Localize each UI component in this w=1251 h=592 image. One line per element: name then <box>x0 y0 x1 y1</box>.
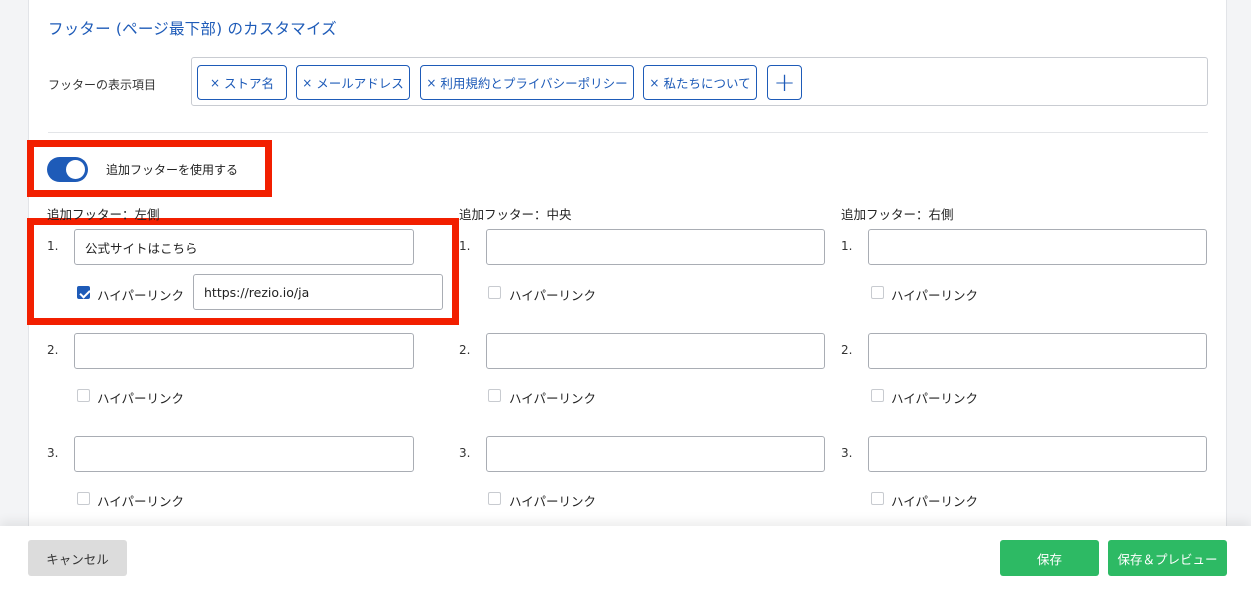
add-tag-button[interactable]: + <box>767 65 802 100</box>
right-row-3-text-input[interactable] <box>868 436 1207 472</box>
center-row-2-text-input[interactable] <box>486 333 825 369</box>
left-row-1-hyperlink-checkbox[interactable] <box>77 286 90 299</box>
row-number: 1. <box>47 239 59 253</box>
row-number: 1. <box>459 239 471 253</box>
hyperlink-label: ハイパーリンク <box>891 494 979 509</box>
footer-items-label: フッターの表示項目 <box>48 78 157 92</box>
center-row-2-hyperlink-checkbox[interactable] <box>488 389 501 402</box>
tag-label: メールアドレス <box>316 76 404 91</box>
save-button[interactable]: 保存 <box>1000 540 1099 576</box>
cancel-button[interactable]: キャンセル <box>28 540 127 576</box>
left-row-1-text-input[interactable]: 公式サイトはこちら <box>74 229 414 265</box>
center-row-1-text-input[interactable] <box>486 229 825 265</box>
tag-about-us[interactable]: × 私たちについて <box>643 65 757 100</box>
extra-footer-toggle[interactable] <box>47 157 88 182</box>
hyperlink-label: ハイパーリンク <box>509 288 597 303</box>
center-row-1-hyperlink-checkbox[interactable] <box>488 286 501 299</box>
left-row-3-text-input[interactable] <box>74 436 414 472</box>
row-number: 3. <box>459 446 471 460</box>
left-row-1-url-input[interactable]: https://rezio.io/ja <box>193 274 443 310</box>
footer-items-tag-box[interactable]: × ストア名 × メールアドレス × 利用規約とプライバシーポリシー × 私たち… <box>191 57 1208 106</box>
tag-email[interactable]: × メールアドレス <box>296 65 410 100</box>
column-title-left: 追加フッター：左側 <box>47 207 160 222</box>
save-and-preview-button[interactable]: 保存＆プレビュー <box>1108 540 1227 576</box>
section-title: フッター (ページ最下部) のカスタマイズ <box>48 20 337 38</box>
right-row-3-hyperlink-checkbox[interactable] <box>871 492 884 505</box>
hyperlink-label: ハイパーリンク <box>509 494 597 509</box>
hyperlink-label: ハイパーリンク <box>509 391 597 406</box>
left-row-2-hyperlink-checkbox[interactable] <box>77 389 90 402</box>
center-row-3-text-input[interactable] <box>486 436 825 472</box>
right-row-2-hyperlink-checkbox[interactable] <box>871 389 884 402</box>
column-title-center: 追加フッター：中央 <box>459 207 572 222</box>
left-row-2-text-input[interactable] <box>74 333 414 369</box>
hyperlink-label: ハイパーリンク <box>891 288 979 303</box>
hyperlink-label: ハイパーリンク <box>97 288 185 303</box>
remove-icon[interactable]: × <box>649 76 659 90</box>
column-title-right: 追加フッター：右側 <box>841 207 954 222</box>
hyperlink-label: ハイパーリンク <box>891 391 979 406</box>
tag-store-name[interactable]: × ストア名 <box>197 65 287 100</box>
row-number: 2. <box>841 343 853 357</box>
row-number: 1. <box>841 239 853 253</box>
hyperlink-label: ハイパーリンク <box>97 391 185 406</box>
right-row-1-hyperlink-checkbox[interactable] <box>871 286 884 299</box>
toggle-knob <box>66 160 85 179</box>
right-row-1-text-input[interactable] <box>868 229 1207 265</box>
right-row-2-text-input[interactable] <box>868 333 1207 369</box>
tag-terms-privacy[interactable]: × 利用規約とプライバシーポリシー <box>420 65 634 100</box>
remove-icon[interactable]: × <box>302 76 312 90</box>
center-row-3-hyperlink-checkbox[interactable] <box>488 492 501 505</box>
left-row-3-hyperlink-checkbox[interactable] <box>77 492 90 505</box>
row-number: 2. <box>459 343 471 357</box>
section-divider <box>48 132 1208 133</box>
row-number: 3. <box>841 446 853 460</box>
remove-icon[interactable]: × <box>210 76 220 90</box>
hyperlink-label: ハイパーリンク <box>97 494 185 509</box>
remove-icon[interactable]: × <box>426 76 436 90</box>
row-number: 2. <box>47 343 59 357</box>
extra-footer-toggle-label: 追加フッターを使用する <box>106 163 239 177</box>
tag-label: 利用規約とプライバシーポリシー <box>440 76 628 91</box>
row-number: 3. <box>47 446 59 460</box>
tag-label: 私たちについて <box>663 76 751 91</box>
tag-label: ストア名 <box>224 76 275 91</box>
